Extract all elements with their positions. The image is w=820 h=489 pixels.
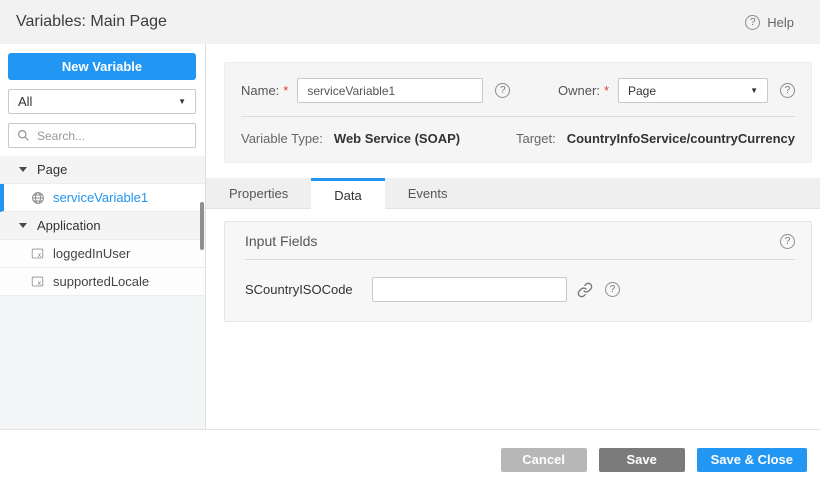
cancel-button[interactable]: Cancel	[501, 448, 587, 472]
tree-group-label: Application	[37, 218, 101, 233]
variable-filter-select[interactable]: All ▼	[8, 89, 196, 114]
help-button[interactable]: ? Help	[745, 15, 794, 30]
collapse-caret-icon[interactable]	[19, 223, 27, 228]
input-fields-help-icon[interactable]: ?	[780, 234, 795, 249]
variable-icon: x	[30, 275, 45, 288]
variable-filter-value: All	[18, 94, 32, 109]
owner-select[interactable]: Page ▼	[618, 78, 768, 103]
chevron-down-icon: ▼	[750, 86, 758, 95]
detail-tabs: Properties Data Events	[206, 178, 820, 209]
field-value-input[interactable]	[372, 277, 567, 302]
target-value: CountryInfoService/countryCurrency	[567, 131, 795, 146]
tree-item-supported-locale[interactable]: x supportedLocale	[0, 268, 205, 296]
tree-item-label: supportedLocale	[53, 274, 149, 289]
field-help-icon[interactable]: ?	[605, 282, 620, 297]
owner-value: Page	[628, 84, 656, 98]
tab-properties[interactable]: Properties	[206, 178, 311, 209]
name-help-icon[interactable]: ?	[495, 83, 510, 98]
help-icon: ?	[745, 15, 760, 30]
input-field-row: SCountryISOCode ?	[225, 260, 811, 321]
search-icon	[16, 129, 31, 142]
search-placeholder: Search...	[37, 129, 85, 143]
variable-type-value: Web Service (SOAP)	[334, 131, 460, 146]
required-asterisk: *	[283, 83, 288, 98]
svg-text:x: x	[38, 252, 42, 259]
chevron-down-icon: ▼	[178, 97, 186, 106]
action-footer: Cancel Save Save & Close	[0, 429, 820, 489]
sidebar-empty-area	[0, 296, 205, 429]
variable-icon: x	[30, 247, 45, 260]
variables-tree: Page serviceVariable1 Application	[0, 156, 205, 296]
collapse-caret-icon[interactable]	[19, 167, 27, 172]
page-header: Variables: Main Page ? Help	[0, 0, 820, 44]
tree-item-label: serviceVariable1	[53, 190, 148, 205]
owner-help-icon[interactable]: ?	[780, 83, 795, 98]
save-and-close-button[interactable]: Save & Close	[697, 448, 807, 472]
required-asterisk: *	[604, 83, 609, 98]
variable-detail-pane: Name: * ? Owner: * Page ▼ ?	[206, 44, 820, 429]
field-label: SCountryISOCode	[245, 282, 372, 297]
tree-group-page[interactable]: Page	[0, 156, 205, 184]
variable-type-label: Variable Type:	[241, 131, 323, 146]
owner-label: Owner:	[558, 83, 600, 98]
tree-group-application[interactable]: Application	[0, 212, 205, 240]
tree-item-label: loggedInUser	[53, 246, 130, 261]
tree-group-label: Page	[37, 162, 67, 177]
tab-content-data: Input Fields ? SCountryISOCode ?	[206, 209, 820, 429]
variables-sidebar: New Variable All ▼ Search... Page	[0, 44, 206, 429]
tab-data[interactable]: Data	[311, 178, 384, 210]
web-service-icon	[30, 191, 45, 205]
svg-text:x: x	[38, 280, 42, 287]
new-variable-button[interactable]: New Variable	[8, 53, 196, 80]
search-input[interactable]: Search...	[8, 123, 196, 148]
input-fields-title: Input Fields	[245, 233, 317, 249]
tab-events[interactable]: Events	[385, 178, 471, 209]
help-label: Help	[767, 15, 794, 30]
name-input[interactable]	[297, 78, 483, 103]
page-title: Variables: Main Page	[16, 13, 167, 31]
tree-item-logged-in-user[interactable]: x loggedInUser	[0, 240, 205, 268]
target-label: Target:	[516, 131, 556, 146]
tree-item-service-variable[interactable]: serviceVariable1	[0, 184, 205, 212]
save-button[interactable]: Save	[599, 448, 685, 472]
sidebar-scrollbar[interactable]	[200, 202, 204, 250]
input-fields-panel: Input Fields ? SCountryISOCode ?	[224, 221, 812, 322]
name-label: Name:	[241, 83, 279, 98]
variable-summary-panel: Name: * ? Owner: * Page ▼ ?	[224, 62, 812, 163]
bind-link-icon[interactable]	[577, 282, 593, 298]
